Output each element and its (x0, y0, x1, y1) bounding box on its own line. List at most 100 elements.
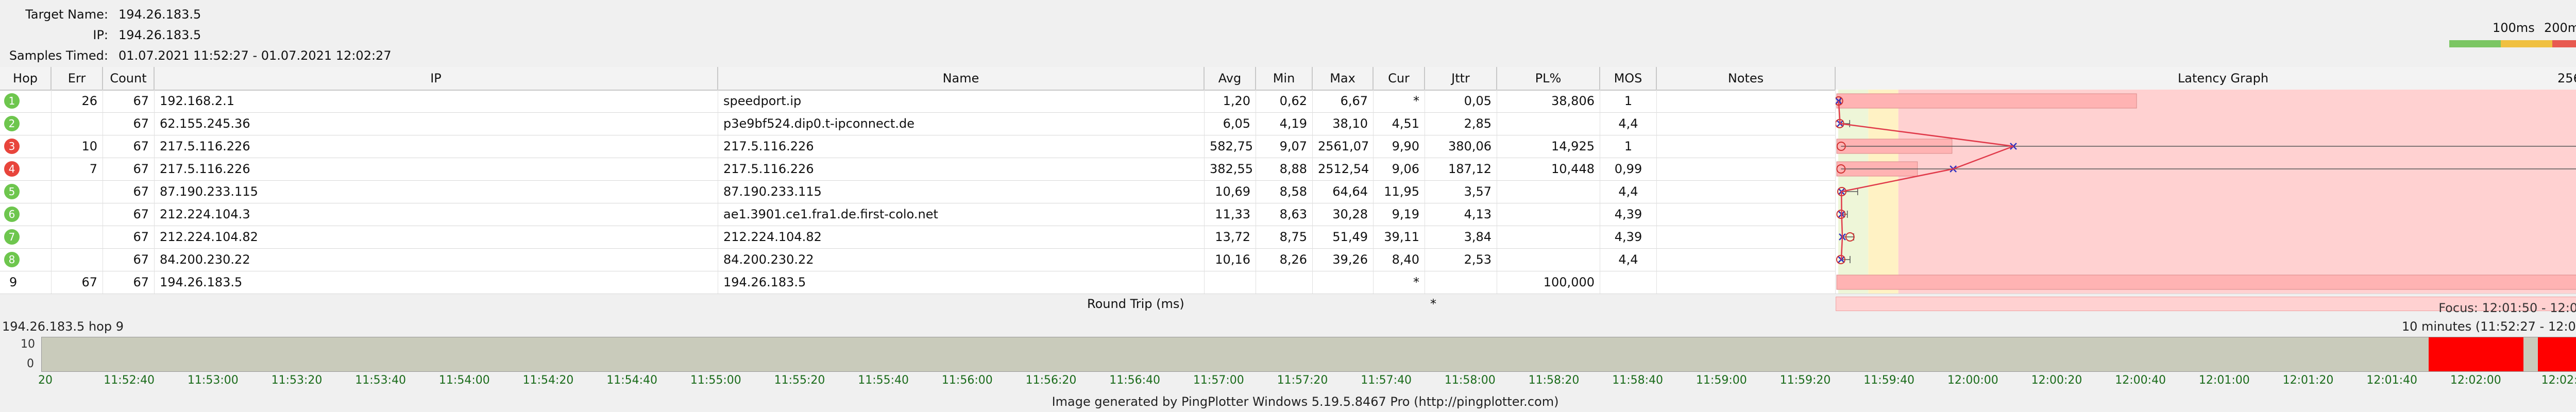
cell-pl: 38,806 (1497, 90, 1600, 112)
timeline-tick-label: 11:58:00 (1444, 374, 1496, 387)
timeline-tick-label: 12:02: (2541, 374, 2576, 387)
cell-min (1256, 271, 1313, 294)
cell-jttr: 4,13 (1425, 203, 1497, 226)
cell-err: 26 (52, 90, 103, 112)
cell-jttr: 2,85 (1425, 112, 1497, 135)
cell-err: 7 (52, 158, 103, 180)
col-hop[interactable]: Hop (0, 67, 52, 90)
cell-cur: 4,51 (1374, 112, 1425, 135)
col-min[interactable]: Min (1256, 67, 1313, 90)
hop-status-icon: 4 (4, 161, 20, 177)
timeline-tick-label: 11:59:20 (1780, 374, 1831, 387)
timeline-tick-label: 11:53:00 (187, 374, 239, 387)
cell-err (52, 203, 103, 226)
hop-status-icon: 6 (4, 207, 20, 222)
timeline-tick-label: 12:01:40 (2366, 374, 2418, 387)
graph-band-yellow (1868, 90, 1899, 294)
cell-avg: 582,75 (1205, 135, 1256, 158)
cell-ip: 62.155.245.36 (155, 112, 718, 135)
cell-jttr: 380,06 (1425, 135, 1497, 158)
timeline-tick-label: 11:53:20 (271, 374, 323, 387)
latency-graph-title: Latency Graph (2177, 71, 2269, 85)
cell-pl (1497, 226, 1600, 248)
cell-jttr (1425, 271, 1497, 294)
col-name[interactable]: Name (718, 67, 1205, 90)
cell-count: 67 (103, 158, 155, 180)
timeline-tick-label: 12:01:00 (2198, 374, 2250, 387)
cell-mos (1600, 271, 1657, 294)
col-count[interactable]: Count (103, 67, 155, 90)
col-notes[interactable]: Notes (1657, 67, 1836, 90)
cell-name: 212.224.104.82 (718, 226, 1205, 248)
cell-count: 67 (103, 248, 155, 271)
latency-legend: 100ms 200ms (2449, 19, 2576, 49)
col-jttr[interactable]: Jttr (1425, 67, 1497, 90)
samples-label: Samples Timed: (9, 48, 108, 63)
ip-label: IP: (93, 28, 108, 42)
cell-avg: 11,33 (1205, 203, 1256, 226)
timeline-tick-label: 11:57:20 (1277, 374, 1328, 387)
cell-jttr: 2,53 (1425, 248, 1497, 271)
hop-cell: 8 (0, 248, 52, 271)
col-pl[interactable]: PL% (1497, 67, 1600, 90)
cell-mos: 1 (1600, 135, 1657, 158)
cell-min: 0,62 (1256, 90, 1313, 112)
cell-pl (1497, 203, 1600, 226)
cell-err (52, 180, 103, 203)
cell-min: 8,63 (1256, 203, 1313, 226)
col-latency-graph[interactable]: Latency Graph 2561ms (1836, 67, 2576, 90)
timeline-tick-label: 11:55:40 (858, 374, 909, 387)
hop-status-icon: 8 (4, 252, 20, 267)
timeline-tick-label: 12:00:40 (2115, 374, 2166, 387)
hop-cell: 9 (0, 271, 52, 294)
round-trip-cur: * (1430, 297, 1436, 311)
col-cur[interactable]: Cur (1374, 67, 1425, 90)
timeline-tick-label: 11:58:40 (1612, 374, 1664, 387)
timeline-tick-label: 12:00:20 (2031, 374, 2082, 387)
cell-min: 8,75 (1256, 226, 1313, 248)
hop-cell: 5 (0, 180, 52, 203)
timeline-y-bottom: 0 (27, 357, 34, 370)
packet-loss-bar (1836, 93, 2137, 109)
timeline-tick-label: 11:58:20 (1528, 374, 1580, 387)
timeline-tick-label: 11:52:40 (104, 374, 155, 387)
cell-jttr: 0,05 (1425, 90, 1497, 112)
timeline-tick-label: 11:57:00 (1193, 374, 1244, 387)
timeline-tick-label: 20 (38, 374, 53, 387)
ip-value: 194.26.183.5 (118, 28, 201, 42)
cell-count: 67 (103, 135, 155, 158)
cell-notes (1657, 135, 1836, 158)
cell-pl: 100,000 (1497, 271, 1600, 294)
cell-max: 64,64 (1313, 180, 1374, 203)
cell-cur: * (1374, 90, 1425, 112)
hop-status-icon: 3 (4, 139, 20, 154)
hop-cell: 1 (0, 90, 52, 112)
legend-red-bar (2552, 40, 2576, 47)
cell-name: p3e9bf524.dip0.t-ipconnect.de (718, 112, 1205, 135)
col-max[interactable]: Max (1313, 67, 1374, 90)
cell-avg (1205, 271, 1256, 294)
cell-pl: 10,448 (1497, 158, 1600, 180)
timeline-tick-label: 11:54:00 (438, 374, 490, 387)
cell-pl (1497, 248, 1600, 271)
cell-avg: 10,16 (1205, 248, 1256, 271)
focus-range: Focus: 12:01:50 - 12:02:27 (2438, 301, 2576, 315)
cell-max: 51,49 (1313, 226, 1374, 248)
timeline-tick-label: 11:55:00 (690, 374, 741, 387)
cell-ip: 212.224.104.3 (155, 203, 718, 226)
hop-status-icon: 2 (4, 116, 20, 131)
col-err[interactable]: Err (52, 67, 103, 90)
col-ip[interactable]: IP (155, 67, 718, 90)
timeline-plot[interactable] (41, 337, 2576, 372)
col-avg[interactable]: Avg (1205, 67, 1256, 90)
timeline-tick-label: 12:02:00 (2450, 374, 2501, 387)
cell-cur: 9,90 (1374, 135, 1425, 158)
cell-ip: 217.5.116.226 (155, 135, 718, 158)
cell-count: 67 (103, 271, 155, 294)
cell-notes (1657, 271, 1836, 294)
cell-mos: 4,39 (1600, 203, 1657, 226)
cell-max: 2512,54 (1313, 158, 1374, 180)
hop-cell: 7 (0, 226, 52, 248)
col-mos[interactable]: MOS (1600, 67, 1657, 90)
hop-cell: 3 (0, 135, 52, 158)
